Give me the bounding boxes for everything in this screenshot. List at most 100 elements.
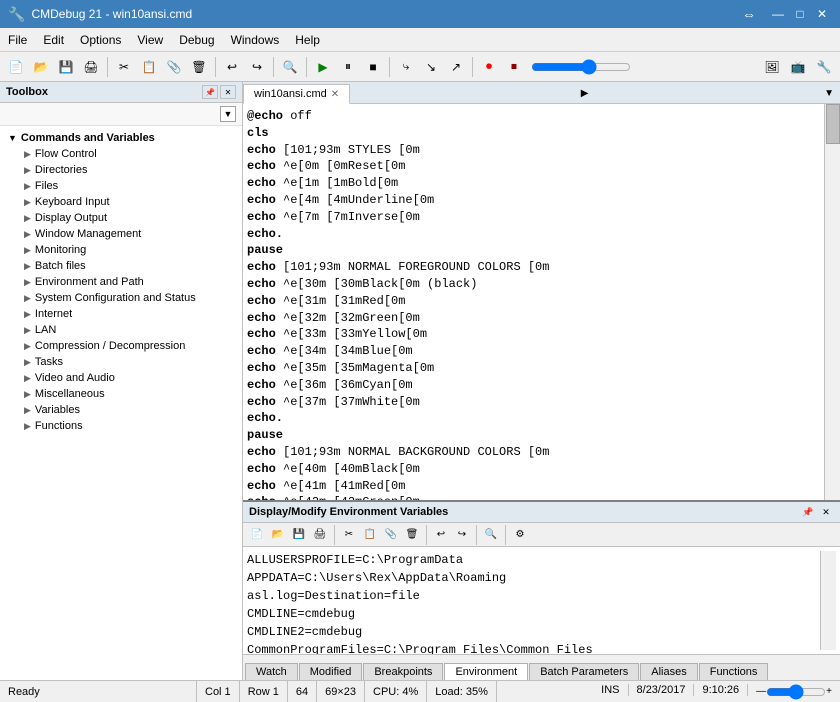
toolbox-item-batch[interactable]: ▶ Batch files [8, 258, 234, 274]
toolbar-stop[interactable]: ■ [361, 55, 385, 79]
toolbar-run[interactable]: ▶ [311, 55, 335, 79]
toolbar-find[interactable]: 🔍 [278, 55, 302, 79]
toolbox-item-env[interactable]: ▶ Environment and Path [8, 274, 234, 290]
menu-edit[interactable]: Edit [35, 30, 72, 50]
editor-scrollbar[interactable] [824, 104, 840, 500]
toolbox-item-misc[interactable]: ▶ Miscellaneous [8, 386, 234, 402]
toolbar-extra2[interactable]: 📺 [786, 55, 810, 79]
toolbar-extra1[interactable]: 🖼 [760, 55, 784, 79]
toolbox-item-vars[interactable]: ▶ Variables [8, 402, 234, 418]
toolbox-item-tasks[interactable]: ▶ Tasks [8, 354, 234, 370]
minimize-button[interactable]: — [768, 4, 788, 24]
menu-file[interactable]: File [0, 30, 35, 50]
toolbar-open[interactable]: 📂 [29, 55, 53, 79]
panel-btn-del[interactable]: 🗑 [402, 525, 422, 545]
toolbox-item-lan[interactable]: ▶ LAN [8, 322, 234, 338]
bottom-tab-environment[interactable]: Environment [444, 663, 528, 680]
toolbox-item-compress[interactable]: ▶ Compression / Decompression [8, 338, 234, 354]
panel-btn-settings[interactable]: ⚙ [510, 525, 530, 545]
tab-scroll-pin[interactable]: ▼ [818, 84, 840, 103]
toolbar-undo[interactable]: ↩ [220, 55, 244, 79]
toolbox-item-display[interactable]: ▶ Display Output [8, 210, 234, 226]
toolbox-header-controls: 📌 ✕ [202, 85, 236, 99]
toolbar-step-over[interactable]: ⤷ [394, 55, 418, 79]
bottom-tab-batch[interactable]: Batch Parameters [529, 663, 639, 680]
statusbar: Ready Col 1 Row 1 64 69×23 CPU: 4% Load:… [0, 680, 840, 702]
menu-view[interactable]: View [129, 30, 171, 50]
toolbar-save[interactable]: 💾 [54, 55, 78, 79]
toolbox-item-flow-control[interactable]: ▶ Flow Control [8, 146, 234, 162]
panel-btn-redo[interactable]: ↪ [452, 525, 472, 545]
toolbox-item-window-mgmt[interactable]: ▶ Window Management [8, 226, 234, 242]
editor-tab-close[interactable]: ✕ [331, 89, 339, 100]
panel-content[interactable]: ALLUSERSPROFILE=C:\ProgramDataAPPDATA=C:… [243, 547, 840, 654]
panel-btn-copy[interactable]: 📋 [360, 525, 380, 545]
zoom-plus-btn[interactable]: + [826, 686, 832, 697]
toolbox-pin-btn[interactable]: 📌 [202, 85, 218, 99]
zoom-minus-btn[interactable]: — [756, 686, 766, 697]
panel-scrollbar[interactable] [820, 551, 836, 650]
toolbox-item-directories[interactable]: ▶ Directories [8, 162, 234, 178]
toolbar-step-out[interactable]: ↗ [444, 55, 468, 79]
panel-btn-new[interactable]: 📄 [247, 525, 267, 545]
panel-btn-print[interactable]: 🖨 [310, 525, 330, 545]
titlebar-swap[interactable]: ⇔ [742, 6, 756, 22]
item-arrow-comp: ▶ [24, 341, 31, 352]
editor-tab-win10[interactable]: win10ansi.cmd ✕ [243, 84, 350, 104]
panel-header-controls: 📌 ✕ [800, 505, 834, 519]
panel-btn-find[interactable]: 🔍 [481, 525, 501, 545]
panel-pin-btn[interactable]: 📌 [800, 505, 816, 519]
bottom-tab-breakpoints[interactable]: Breakpoints [363, 663, 443, 680]
panel-btn-cut[interactable]: ✂ [339, 525, 359, 545]
menu-help[interactable]: Help [287, 30, 328, 50]
menu-windows[interactable]: Windows [223, 30, 288, 50]
close-button[interactable]: ✕ [812, 4, 832, 24]
maximize-button[interactable]: □ [790, 4, 810, 24]
toolbar-paste[interactable]: 📎 [162, 55, 186, 79]
toolbox-item-monitoring[interactable]: ▶ Monitoring [8, 242, 234, 258]
toolbar-stop2[interactable]: ⏹ [502, 55, 526, 79]
toolbox-item-video[interactable]: ▶ Video and Audio [8, 370, 234, 386]
bottom-tab-aliases[interactable]: Aliases [640, 663, 697, 680]
item-label-dir: Directories [35, 164, 88, 176]
panel-btn-undo[interactable]: ↩ [431, 525, 451, 545]
toolbar-redo[interactable]: ↪ [245, 55, 269, 79]
bottom-tab-modified[interactable]: Modified [299, 663, 363, 680]
titlebar-title: CMDebug 21 - win10ansi.cmd [31, 7, 742, 21]
toolbar-sep2 [215, 57, 216, 77]
panel-btn-open[interactable]: 📂 [268, 525, 288, 545]
toolbox-dropdown-btn[interactable]: ▼ [220, 106, 236, 122]
toolbar-extra3[interactable]: 🔧 [812, 55, 836, 79]
toolbox-item-functions[interactable]: ▶ Functions [8, 418, 234, 434]
panel-close-btn[interactable]: ✕ [818, 505, 834, 519]
toolbar-new[interactable]: 📄 [4, 55, 28, 79]
statusbar-num: 64 [288, 681, 317, 702]
toolbar-copy[interactable]: 📋 [137, 55, 161, 79]
item-label-mon: Monitoring [35, 244, 86, 256]
tab-scroll-right[interactable]: ▶ [575, 84, 595, 103]
panel-btn-save[interactable]: 💾 [289, 525, 309, 545]
editor-tab-label: win10ansi.cmd [254, 88, 327, 100]
toolbar-print[interactable]: 🖨 [79, 55, 103, 79]
toolbar-record[interactable]: ⏺ [477, 55, 501, 79]
zoom-slider[interactable] [766, 684, 826, 700]
editor-content[interactable]: @echo offclsecho [101;93m STYLES [0mecho… [243, 104, 824, 500]
toolbar-slider[interactable] [531, 59, 631, 75]
toolbox-item-keyboard[interactable]: ▶ Keyboard Input [8, 194, 234, 210]
panel-btn-paste[interactable]: 📎 [381, 525, 401, 545]
bottom-tab-watch[interactable]: Watch [245, 663, 298, 680]
toolbar-pause[interactable]: ⏸ [336, 55, 360, 79]
statusbar-load: Load: 35% [427, 681, 497, 702]
toolbox-section-header[interactable]: ▼ Commands and Variables [8, 130, 234, 146]
toolbox-item-internet[interactable]: ▶ Internet [8, 306, 234, 322]
env-var-item: CMDLINE=cmdebug [247, 605, 820, 623]
toolbox-close-btn[interactable]: ✕ [220, 85, 236, 99]
toolbar-cut[interactable]: ✂ [112, 55, 136, 79]
toolbox-item-sys[interactable]: ▶ System Configuration and Status [8, 290, 234, 306]
menu-debug[interactable]: Debug [171, 30, 222, 50]
toolbox-item-files[interactable]: ▶ Files [8, 178, 234, 194]
bottom-tab-functions[interactable]: Functions [699, 663, 769, 680]
menu-options[interactable]: Options [72, 30, 129, 50]
toolbar-delete[interactable]: 🗑 [187, 55, 211, 79]
toolbar-step-into[interactable]: ↘ [419, 55, 443, 79]
